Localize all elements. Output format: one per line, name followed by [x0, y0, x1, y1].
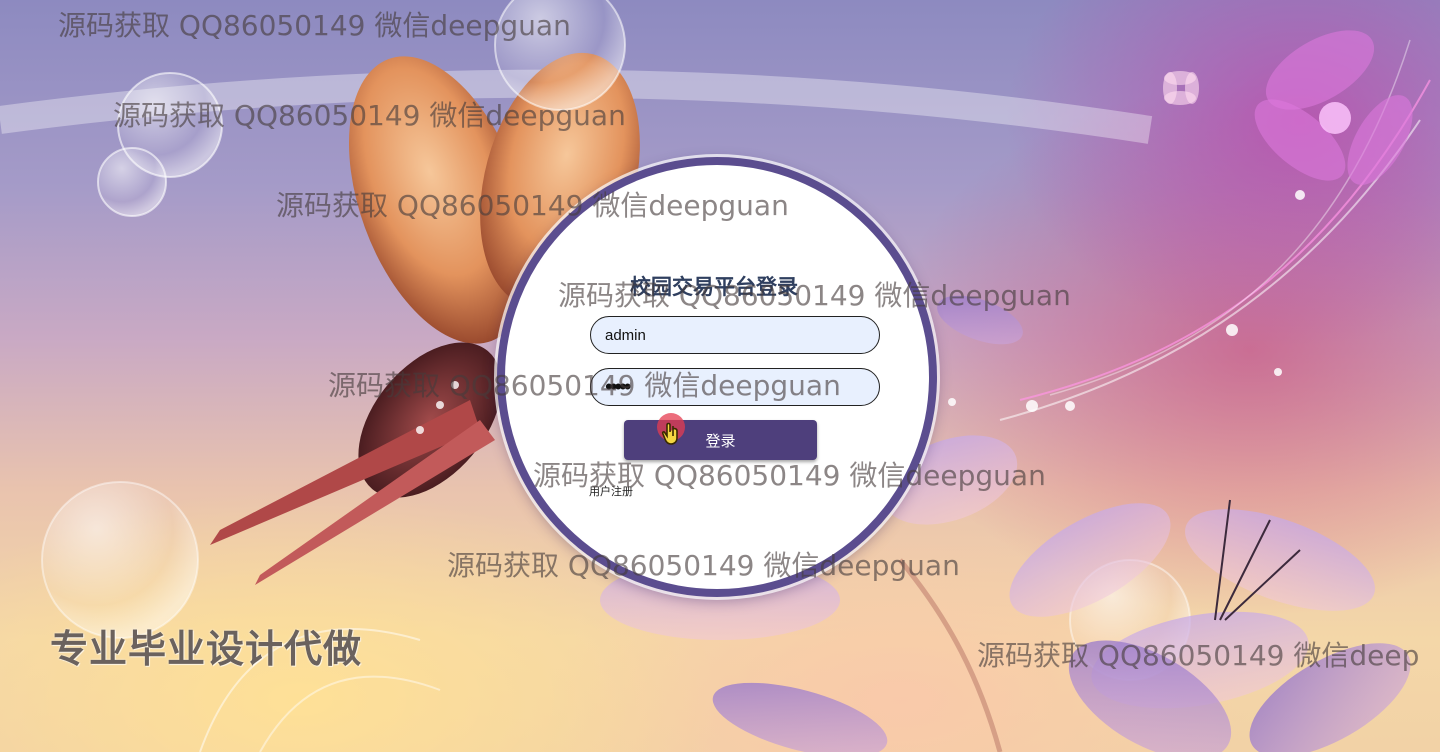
username-input[interactable] [590, 316, 880, 354]
hand-pointer-icon [657, 413, 685, 445]
password-input[interactable] [590, 368, 880, 406]
login-title: 校园交易平台登录 [630, 275, 798, 299]
login-panel: 校园交易平台登录 登录 用户注册 [497, 157, 937, 597]
register-link[interactable]: 用户注册 [589, 483, 633, 499]
promo-text: 专业毕业设计代做 [50, 627, 363, 671]
